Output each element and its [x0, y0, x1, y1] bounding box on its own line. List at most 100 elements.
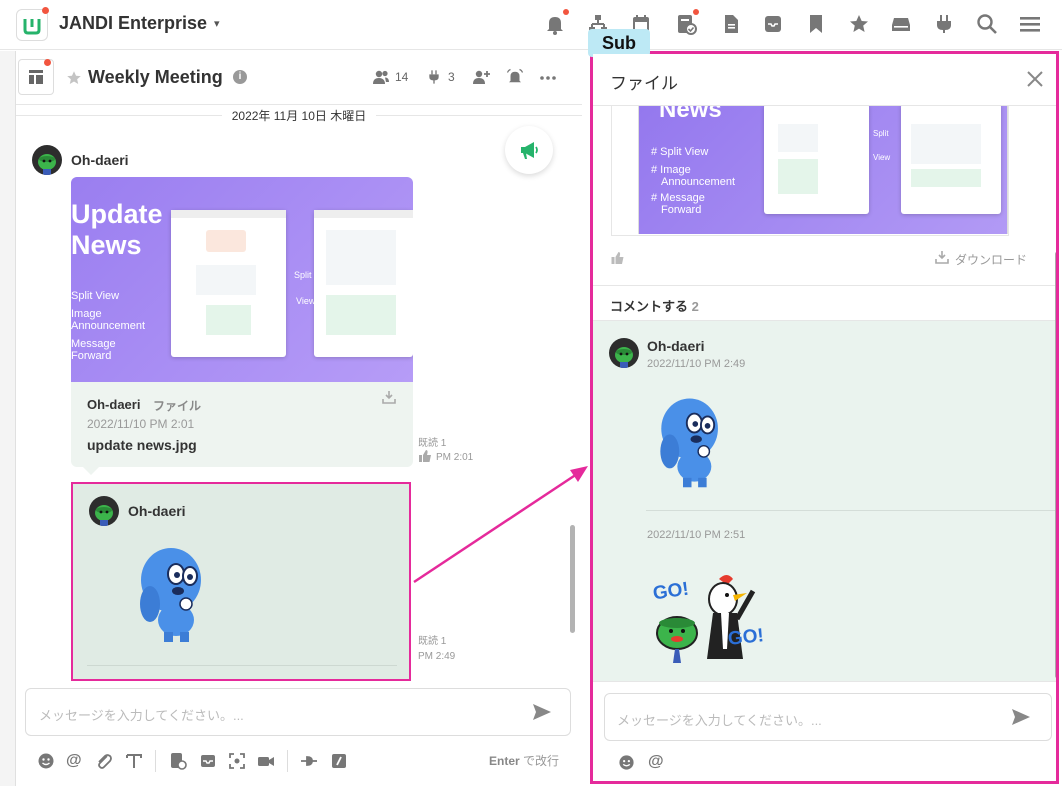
channel-header: Weekly Meeting i 14 3: [16, 51, 582, 105]
sub-panel-header: ファイル: [593, 54, 1056, 106]
video-call-icon[interactable]: [257, 752, 275, 770]
toolbar-divider: [155, 750, 156, 772]
logo-notification-dot: [42, 7, 49, 14]
todo-icon[interactable]: [169, 752, 187, 770]
like-icon[interactable]: [610, 251, 625, 265]
jandi-logo-icon[interactable]: [16, 9, 48, 41]
date-separator: 2022年 11月 10日 木曜日: [16, 105, 582, 125]
emoji-icon[interactable]: [37, 752, 55, 770]
preview-screenshot-left: [764, 106, 869, 214]
invite-member-icon[interactable]: [472, 69, 490, 85]
preview-title-line2: News: [71, 230, 142, 260]
bookmark-icon[interactable]: [804, 12, 828, 36]
plug-icon[interactable]: [932, 12, 956, 36]
sub-panel-file: News # Split View # Image Announcement #…: [590, 51, 1059, 784]
download-button[interactable]: ダウンロード: [955, 251, 1027, 268]
channel-title: Weekly Meeting: [88, 67, 223, 87]
file-type-label: ファイル: [153, 399, 202, 413]
send-icon[interactable]: [1011, 708, 1031, 726]
preview-feature: # Split View: [651, 146, 709, 158]
preview-screenshot-left: [171, 210, 286, 357]
sub-panel-scrollbar[interactable]: [1055, 252, 1056, 678]
comment-input[interactable]: メッセージを入力してください。...: [604, 693, 1052, 741]
comments-count: 2: [691, 299, 699, 314]
drive-icon[interactable]: [889, 12, 913, 36]
preview-feature: Split View: [71, 290, 120, 302]
sticker-message-card[interactable]: Oh-daeri: [71, 482, 411, 681]
preview-feature: Image: [71, 308, 102, 320]
connect-plugin-icon[interactable]: [300, 752, 318, 770]
blue-character-sticker[interactable]: [128, 542, 218, 644]
download-icon[interactable]: [935, 250, 949, 264]
message-input[interactable]: メッセージを入力してください。...: [25, 688, 571, 736]
sticker-text: GO!: [726, 625, 765, 650]
date-label: 2022年 11月 10日 木曜日: [221, 109, 377, 123]
preview-view-label: View: [873, 153, 891, 162]
member-count: 14: [395, 70, 409, 84]
comment-time: 2022/11/10 PM 2:49: [647, 358, 746, 370]
preview-split-label: Split: [294, 270, 312, 280]
preview-feature: Announcement: [661, 176, 735, 188]
download-icon[interactable]: [382, 390, 396, 404]
star-icon[interactable]: [65, 69, 83, 87]
message-time: PM 2:49: [418, 651, 456, 662]
mention-icon[interactable]: @: [66, 752, 84, 770]
preview-feature: # Image: [651, 164, 691, 176]
message-author[interactable]: Oh-daeri: [128, 503, 186, 519]
preview-feature: Message: [71, 338, 116, 350]
bubble-tail: [83, 467, 99, 475]
preview-feature: Forward: [661, 204, 702, 216]
chevron-down-icon[interactable]: ▾: [214, 17, 220, 30]
notification-settings-icon[interactable]: [506, 68, 524, 86]
archive-icon[interactable]: [199, 752, 217, 770]
slash-command-icon[interactable]: [330, 752, 348, 770]
file-preview-image[interactable]: Update News Split View Image Announcemen…: [71, 177, 413, 382]
message-author[interactable]: Oh-daeri: [71, 152, 129, 168]
read-receipt[interactable]: 既読 1: [418, 632, 446, 647]
attach-icon[interactable]: [95, 752, 113, 770]
connect-icon[interactable]: [426, 69, 442, 85]
members-icon[interactable]: [372, 69, 390, 85]
preview-feature: Forward: [71, 350, 112, 362]
file-name[interactable]: update news.jpg: [87, 437, 197, 453]
comment-divider: [646, 510, 1056, 511]
emoji-icon[interactable]: [618, 754, 635, 771]
topic-list-notification-dot: [44, 59, 51, 66]
preview-screenshot-right: [314, 210, 413, 357]
team-name[interactable]: JANDI Enterprise: [59, 13, 207, 34]
text-format-icon[interactable]: [125, 752, 143, 770]
top-bar: JANDI Enterprise ▾: [0, 0, 1062, 50]
bell-icon[interactable]: [543, 12, 567, 36]
announcement-button[interactable]: [505, 126, 553, 174]
mention-icon[interactable]: @: [648, 753, 664, 771]
sub-file-preview-image[interactable]: News # Split View # Image Announcement #…: [638, 106, 1008, 234]
screen-capture-icon[interactable]: [228, 752, 246, 770]
preview-feature: # Message: [651, 192, 705, 204]
file-icon[interactable]: [719, 12, 743, 36]
send-icon[interactable]: [532, 703, 552, 721]
more-icon[interactable]: [540, 75, 556, 81]
menu-icon[interactable]: [1018, 12, 1042, 36]
todo-notification-dot: [693, 9, 699, 15]
preview-split-label: Split: [873, 129, 889, 138]
avatar[interactable]: [609, 338, 639, 368]
like-icon[interactable]: [418, 449, 432, 463]
enter-hint: Enter で改行: [489, 752, 559, 769]
sub-panel-title: ファイル: [610, 74, 678, 93]
enter-key-label: Enter: [489, 754, 520, 768]
avatar[interactable]: [89, 496, 119, 526]
star-icon[interactable]: [847, 12, 871, 36]
avatar[interactable]: [32, 145, 62, 175]
bell-notification-dot: [563, 9, 569, 15]
file-message-card[interactable]: Update News Split View Image Announcemen…: [71, 177, 413, 467]
preview-title-word: News: [659, 106, 722, 123]
read-receipt[interactable]: 既読 1: [418, 434, 446, 449]
comment-author[interactable]: Oh-daeri: [647, 338, 705, 354]
close-icon[interactable]: [1025, 69, 1045, 89]
search-icon[interactable]: [975, 12, 999, 36]
preview-screenshot-right: [901, 106, 1001, 214]
blue-character-sticker[interactable]: [649, 390, 734, 492]
archive-icon[interactable]: [761, 12, 785, 36]
info-icon[interactable]: i: [233, 70, 247, 84]
todo-icon[interactable]: [674, 12, 698, 36]
